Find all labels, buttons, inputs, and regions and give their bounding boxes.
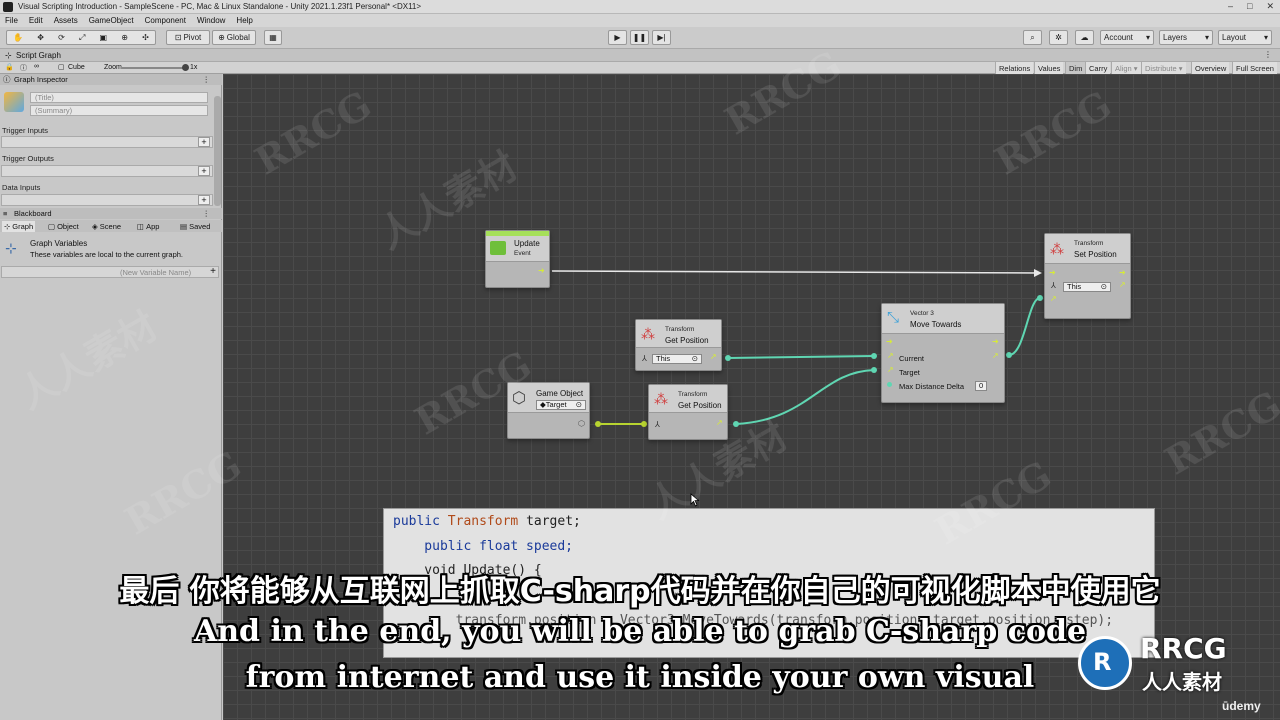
- rrcg-logo-icon: R: [1078, 636, 1132, 690]
- node-title: Set Position: [1074, 250, 1117, 259]
- target-this-field[interactable]: This ⊙: [1063, 282, 1111, 292]
- udemy-logo: ūdemy: [1222, 699, 1261, 713]
- result-output-port[interactable]: ↗: [992, 351, 999, 360]
- data-connection-get-position-to-target: [735, 369, 875, 425]
- position-output-port[interactable]: ↗: [710, 352, 717, 361]
- game-object-node[interactable]: ⬡ Game Object ◆Target ⊙ ⬡: [507, 382, 590, 439]
- current-port-icon: ↗: [887, 351, 894, 360]
- max-distance-delta-field[interactable]: 0: [975, 381, 987, 391]
- get-position-node-target[interactable]: ⁂ Transform Get Position ⅄ ↗: [648, 384, 728, 440]
- transform-icon: ⁂: [641, 326, 655, 342]
- brand-name-cn: 人人素材: [1142, 670, 1222, 694]
- node-subtitle: Event: [514, 250, 531, 257]
- node-category: Vector 3: [910, 310, 934, 317]
- node-category: Transform: [665, 326, 695, 333]
- game-object-value: ◆Target: [540, 400, 567, 409]
- object-output-port[interactable]: ⬡: [578, 419, 585, 428]
- code-keyword: public: [393, 514, 440, 529]
- node-title: Update: [514, 239, 540, 248]
- transform-icon: ⁂: [1050, 241, 1064, 257]
- transform-port-icon: ⅄: [642, 354, 647, 363]
- code-line-2: public float speed;: [393, 539, 574, 554]
- object-picker-icon[interactable]: ⊙: [576, 401, 582, 409]
- code-text: target;: [518, 514, 581, 529]
- target-picker-icon[interactable]: ⊙: [1101, 283, 1107, 291]
- rrcg-brand-logo: R RRCG 人人素材: [1076, 630, 1276, 696]
- game-object-value-field[interactable]: ◆Target ⊙: [536, 400, 586, 410]
- set-position-node[interactable]: ⁂ Transform Set Position ➜ ➜ ⅄ This ⊙ ↗ ↗: [1044, 233, 1131, 319]
- transform-port-icon: ⅄: [655, 420, 660, 429]
- target-port-icon: ↗: [887, 365, 894, 374]
- data-connection-get-position-to-current: [727, 355, 875, 359]
- code-type: Transform: [447, 514, 519, 529]
- move-towards-node[interactable]: ⤡ Vector 3 Move Towards ➜ ➜ ↗ Current ↗ …: [881, 303, 1005, 403]
- code-line-1: public Transform target;: [393, 514, 581, 529]
- subtitle-chinese: 最后 你将能够从互联网上抓取C-sharp代码并在你自己的可视化脚本中使用它: [119, 574, 1161, 609]
- target-value: This: [656, 354, 671, 363]
- target-this-field[interactable]: This ⊙: [652, 354, 702, 364]
- target-value: This: [1067, 282, 1082, 291]
- data-connection-move-towards-to-set-position: [1008, 297, 1041, 356]
- flow-input-port[interactable]: ➜: [886, 338, 893, 346]
- value-input-port[interactable]: ↗: [1050, 294, 1057, 303]
- get-position-node-this[interactable]: ⁂ Transform Get Position ⅄ This ⊙ ↗: [635, 319, 722, 371]
- transform-icon: ⁂: [654, 391, 668, 407]
- target-label: Target: [899, 368, 920, 377]
- update-event-node[interactable]: Update Event ➜: [485, 230, 550, 288]
- flow-output-port[interactable]: ➜: [1119, 269, 1126, 277]
- max-distance-delta-label: Max Distance Delta: [899, 382, 965, 391]
- target-picker-icon[interactable]: ⊙: [692, 355, 698, 363]
- node-title: Get Position: [678, 401, 722, 410]
- mouse-cursor-icon: [690, 493, 700, 507]
- vector3-icon: ⤡: [887, 309, 900, 326]
- cube-icon: ⬡: [512, 390, 526, 407]
- position-output-port[interactable]: ↗: [716, 418, 723, 427]
- node-title: Get Position: [665, 336, 709, 345]
- transform-output-port[interactable]: ↗: [1119, 280, 1126, 289]
- current-label: Current: [899, 354, 925, 363]
- flow-input-port[interactable]: ➜: [1049, 269, 1056, 277]
- flow-output-port[interactable]: ➜: [992, 338, 999, 346]
- flow-connection-update-to-set-position: [551, 270, 1041, 274]
- node-category: Transform: [678, 391, 708, 398]
- flow-output-port[interactable]: ➜: [538, 267, 545, 275]
- node-title: Move Towards: [910, 320, 962, 329]
- max-delta-port-icon: [887, 382, 892, 387]
- node-category: Transform: [1074, 240, 1104, 247]
- event-icon: [490, 241, 506, 255]
- node-title: Game Object: [536, 389, 584, 398]
- transform-port-icon: ⅄: [1051, 281, 1056, 290]
- brand-name: RRCG: [1140, 632, 1227, 665]
